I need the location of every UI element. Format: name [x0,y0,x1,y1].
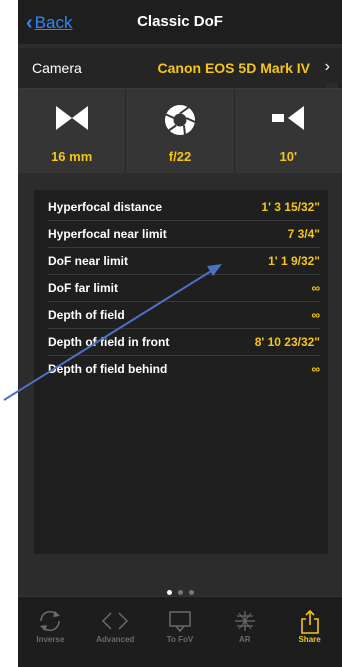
annotation-arrow [3,264,222,401]
